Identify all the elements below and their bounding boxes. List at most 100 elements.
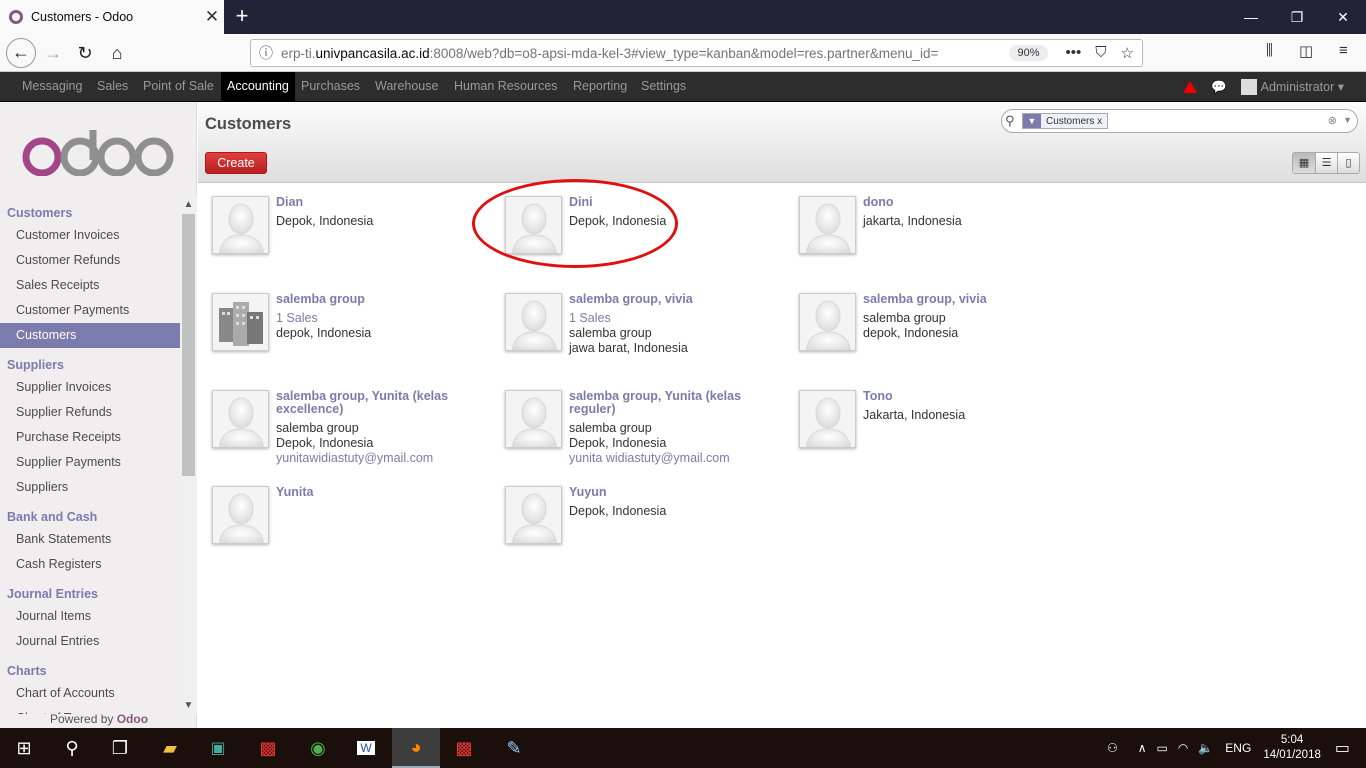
hamburger-menu-icon[interactable]: ≡: [1339, 42, 1348, 59]
sidebar-section-customers[interactable]: Customers: [0, 196, 180, 223]
kanban-card[interactable]: Yuyun Depok, Indonesia: [491, 473, 781, 569]
card-name[interactable]: salemba group: [276, 293, 476, 306]
card-email-link[interactable]: yunitawidiastuty@ymail.com: [276, 451, 476, 466]
clear-search-icon[interactable]: ⊗: [1328, 114, 1337, 127]
card-name[interactable]: Dian: [276, 196, 476, 209]
menu-purchases[interactable]: Purchases: [301, 72, 360, 102]
window-close-icon[interactable]: ✕: [1320, 0, 1366, 34]
reload-button[interactable]: ↻: [70, 38, 100, 68]
people-icon[interactable]: ⚇: [1107, 741, 1118, 755]
sidebar-item-supplier-invoices[interactable]: Supplier Invoices: [0, 375, 180, 400]
paint-icon[interactable]: ✎: [490, 728, 538, 768]
scroll-down-icon[interactable]: ▼: [180, 697, 197, 714]
sidebar-item-supplier-payments[interactable]: Supplier Payments: [0, 450, 180, 475]
menu-warehouse[interactable]: Warehouse: [375, 72, 438, 102]
card-name[interactable]: salemba group, Yunita (kelas reguler): [569, 390, 769, 416]
search-bar[interactable]: ⚲ ▼ Customers x ⊗ ▼: [1001, 109, 1358, 133]
library-icon[interactable]: ⫼: [1266, 42, 1273, 59]
sidebar-item-supplier-refunds[interactable]: Supplier Refunds: [0, 400, 180, 425]
store-icon[interactable]: ▣: [194, 728, 242, 768]
kanban-card[interactable]: salemba group, Yunita (kelas excellence)…: [198, 377, 488, 473]
menu-accounting[interactable]: Accounting: [221, 72, 295, 102]
new-tab-button[interactable]: +: [228, 3, 256, 31]
search-facet[interactable]: ▼ Customers x: [1022, 113, 1109, 129]
sidebar-section-journal-entries[interactable]: Journal Entries: [0, 577, 180, 604]
sidebar-item-journal-items[interactable]: Journal Items: [0, 604, 180, 629]
kanban-card[interactable]: salemba group 1 Sales depok, Indonesia: [198, 280, 488, 376]
menu-point-of-sale[interactable]: Point of Sale: [143, 72, 214, 102]
user-menu[interactable]: Administrator ▾: [1240, 79, 1344, 96]
minimize-icon[interactable]: —: [1228, 0, 1274, 34]
kanban-card[interactable]: Yunita: [198, 473, 488, 569]
kanban-card[interactable]: dono jakarta, Indonesia: [785, 183, 1075, 279]
powered-by-link[interactable]: Odoo: [117, 712, 148, 726]
card-name[interactable]: salemba group, vivia: [569, 293, 769, 306]
search-taskbar-icon[interactable]: ⚲: [48, 728, 96, 768]
file-explorer-icon[interactable]: ▰: [146, 728, 194, 768]
card-name[interactable]: Tono: [863, 390, 1063, 403]
warning-icon[interactable]: [1183, 81, 1198, 93]
kanban-card[interactable]: Dian Depok, Indonesia: [198, 183, 488, 279]
gift-app-2-icon[interactable]: ▩: [440, 728, 488, 768]
sidebar-item-cash-registers[interactable]: Cash Registers: [0, 552, 180, 577]
create-button[interactable]: Create: [205, 152, 267, 174]
kanban-view-icon[interactable]: ▦: [1293, 153, 1315, 173]
sidebar-item-customer-invoices[interactable]: Customer Invoices: [0, 223, 180, 248]
restore-icon[interactable]: ❐: [1274, 0, 1320, 34]
clock[interactable]: 5:04 14/01/2018: [1263, 733, 1321, 763]
page-actions-icon[interactable]: •••: [1066, 44, 1082, 62]
remove-facet-icon[interactable]: x: [1097, 116, 1102, 127]
card-name[interactable]: Yuyun: [569, 486, 769, 499]
card-email-link[interactable]: yunita widiastuty@ymail.com: [569, 451, 769, 466]
sidebar-item-chart-of-accounts[interactable]: Chart of Accounts: [0, 681, 180, 706]
gift-app-icon[interactable]: ▩: [244, 728, 292, 768]
notifications-icon[interactable]: ▭: [1335, 738, 1350, 758]
home-button[interactable]: ⌂: [102, 38, 132, 68]
scroll-thumb[interactable]: [182, 214, 195, 476]
sales-count-link[interactable]: 1 Sales: [276, 311, 476, 326]
sidebar-item-journal-entries[interactable]: Journal Entries: [0, 629, 180, 654]
forward-button[interactable]: →: [38, 38, 68, 68]
sidebar-item-suppliers[interactable]: Suppliers: [0, 475, 180, 500]
sidebar-section-bank-and-cash[interactable]: Bank and Cash: [0, 500, 180, 527]
search-icon[interactable]: ⚲: [1005, 113, 1015, 129]
sidebar-item-customer-payments[interactable]: Customer Payments: [0, 298, 180, 323]
back-button[interactable]: ←: [6, 38, 36, 68]
sidebar-item-sales-receipts[interactable]: Sales Receipts: [0, 273, 180, 298]
close-tab-icon[interactable]: ✕: [200, 7, 224, 27]
sidebar-item-purchase-receipts[interactable]: Purchase Receipts: [0, 425, 180, 450]
wifi-icon[interactable]: ◠: [1178, 741, 1188, 755]
chat-icon[interactable]: 💬: [1211, 80, 1227, 95]
card-name[interactable]: Yunita: [276, 486, 476, 499]
sidebar-section-suppliers[interactable]: Suppliers: [0, 348, 180, 375]
sidebar-item-bank-statements[interactable]: Bank Statements: [0, 527, 180, 552]
card-name[interactable]: salemba group, Yunita (kelas excellence): [276, 390, 476, 416]
form-view-icon[interactable]: ▯: [1337, 153, 1359, 173]
sidebar-item-customer-refunds[interactable]: Customer Refunds: [0, 248, 180, 273]
bookmark-star-icon[interactable]: ☆: [1121, 44, 1134, 62]
language-indicator[interactable]: ENG: [1225, 741, 1251, 755]
windows-start-icon[interactable]: ⊞: [0, 728, 48, 768]
kanban-card[interactable]: salemba group, Yunita (kelas reguler) sal…: [491, 377, 781, 473]
pocket-icon[interactable]: ⛉: [1095, 44, 1106, 62]
sidebar-section-charts[interactable]: Charts: [0, 654, 180, 681]
menu-settings[interactable]: Settings: [641, 72, 686, 102]
card-name[interactable]: dono: [863, 196, 1063, 209]
list-view-icon[interactable]: ☰: [1315, 153, 1337, 173]
menu-messaging[interactable]: Messaging: [22, 72, 82, 102]
menu-sales[interactable]: Sales: [97, 72, 128, 102]
sales-count-link[interactable]: 1 Sales: [569, 311, 769, 326]
firefox-icon[interactable]: ◕: [392, 728, 440, 768]
word-icon[interactable]: W: [342, 728, 390, 768]
scroll-up-icon[interactable]: ▲: [180, 196, 197, 213]
sidebar-scrollbar[interactable]: ▲ ▼: [180, 196, 197, 714]
show-hidden-icons-icon[interactable]: ∧: [1138, 741, 1147, 755]
kanban-card[interactable]: salemba group, vivia 1 Sales salemba group…: [491, 280, 781, 376]
menu-reporting[interactable]: Reporting: [573, 72, 627, 102]
kanban-card[interactable]: Tono Jakarta, Indonesia: [785, 377, 1075, 473]
search-options-icon[interactable]: ▼: [1343, 115, 1352, 125]
battery-icon[interactable]: ▭: [1157, 741, 1168, 755]
chrome-icon[interactable]: ◉: [294, 728, 342, 768]
odoo-logo[interactable]: [22, 130, 174, 176]
task-view-icon[interactable]: ❐: [96, 728, 144, 768]
